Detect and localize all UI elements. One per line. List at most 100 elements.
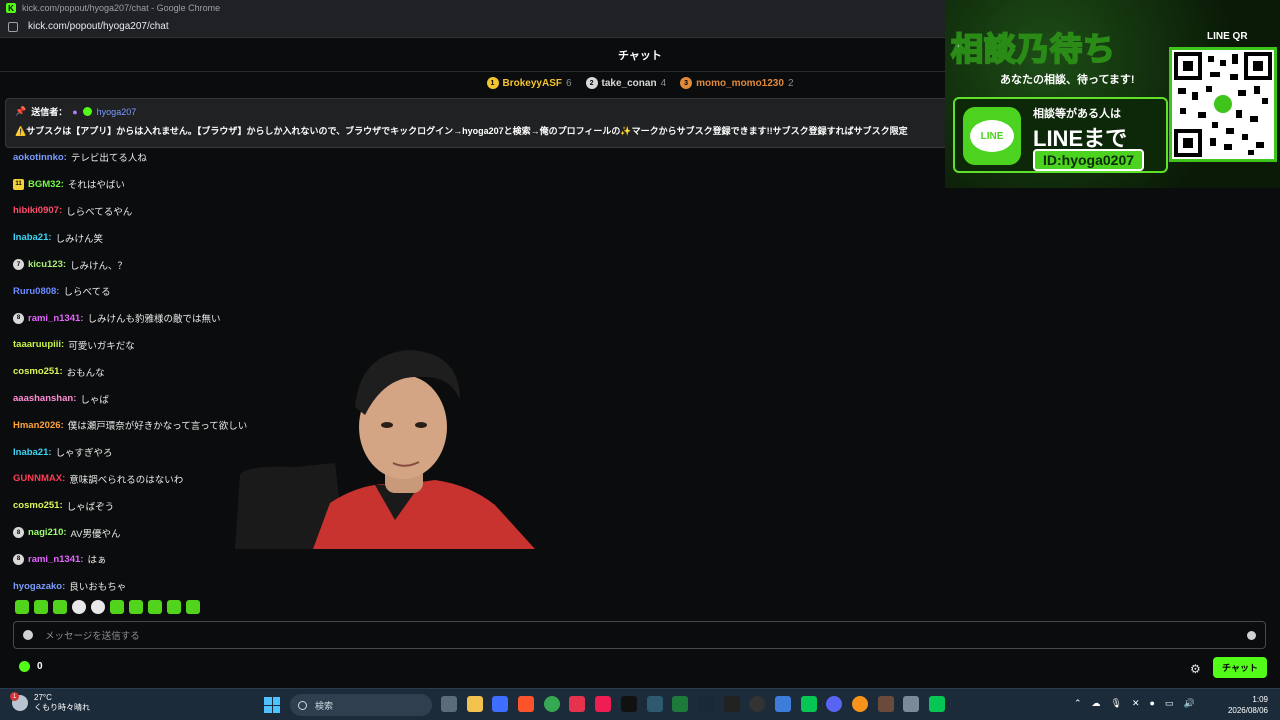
emote-icon[interactable] xyxy=(148,600,162,614)
app-icon[interactable] xyxy=(877,696,894,712)
emote-icon[interactable] xyxy=(167,600,181,614)
app-icon[interactable] xyxy=(723,696,740,712)
chat-username[interactable]: BGM32: xyxy=(28,179,64,190)
mic-icon[interactable]: 🎙 xyxy=(1111,698,1122,709)
chat-message[interactable]: hyogazako: 良いおもちゃ xyxy=(13,573,913,600)
app-icon[interactable] xyxy=(774,696,791,712)
chat-username[interactable]: cosmo251: xyxy=(13,366,63,377)
chat-message[interactable]: 7 kicu123: しみけん、？ xyxy=(13,251,913,278)
chat-text: 良いおもちゃ xyxy=(69,582,127,594)
line-icon[interactable] xyxy=(929,696,946,712)
pinned-message[interactable]: 📌 送信者： ● hyoga207 ⚠️サブスクは【アプリ】からは入れません。【… xyxy=(5,98,950,148)
ad-line1: 相談等がある人は xyxy=(1033,108,1121,120)
chat-message[interactable]: 11 BGM32: それはやばい xyxy=(13,171,913,198)
chat-input-box[interactable]: メッセージを送信する xyxy=(13,621,1266,649)
gear-icon[interactable]: ⚙ xyxy=(1190,662,1201,676)
taskbar-search[interactable]: 検索 xyxy=(290,694,432,716)
chat-input-placeholder[interactable]: メッセージを送信する xyxy=(45,628,140,642)
app-icon[interactable] xyxy=(672,696,689,712)
close-icon[interactable]: ✕ xyxy=(1132,698,1140,709)
chat-username[interactable]: Inaba21: xyxy=(13,447,52,458)
chat-username[interactable]: aaashanshan: xyxy=(13,393,76,404)
window-title: kick.com/popout/hyoga207/chat - Google C… xyxy=(22,3,221,13)
settings-icon[interactable] xyxy=(903,696,920,712)
line-icon[interactable] xyxy=(800,696,817,712)
sub-badge-icon: 8 xyxy=(13,553,24,565)
clock[interactable]: 1:09 2026/08/06 xyxy=(1228,694,1268,716)
qr-label: LINE QR xyxy=(1207,31,1248,42)
discord-icon[interactable] xyxy=(826,696,843,712)
app-tray-icon[interactable]: ● xyxy=(1150,698,1155,709)
chat-text: しゃすぎやろ xyxy=(55,448,113,460)
weather-text: くもり時々晴れ xyxy=(34,703,90,712)
rank-badge: 2 xyxy=(585,77,598,89)
top-gifter[interactable]: 2 take_conan 4 xyxy=(585,77,667,89)
chat-username[interactable]: Ruru0808: xyxy=(13,286,59,297)
chat-username[interactable]: Inaba21: xyxy=(13,232,52,243)
app-icon[interactable] xyxy=(852,696,868,712)
send-chat-button[interactable]: チャット xyxy=(1213,657,1267,678)
chat-message[interactable]: hibiki0907: しらべてるやん xyxy=(13,198,913,225)
gifter-count: 4 xyxy=(660,77,667,89)
line-logo-icon: LINE xyxy=(963,107,1021,165)
chat-username[interactable]: aokotinnko: xyxy=(13,152,67,163)
app-icon[interactable] xyxy=(492,696,509,712)
chat-username[interactable]: GUNNMAX: xyxy=(13,473,65,484)
display-icon[interactable]: ▭ xyxy=(1165,698,1174,709)
weather-widget[interactable]: 1 27°C くもり時々晴れ xyxy=(10,692,90,713)
chat-message[interactable]: aokotinnko: テレビ出てる人ね xyxy=(13,144,913,171)
emote-icon[interactable] xyxy=(110,600,124,614)
chat-message[interactable]: 8 rami_n1341: しみけんも豹雅様の敵では無い xyxy=(13,305,913,332)
chat-text: しらべてるやん xyxy=(66,206,133,218)
sub-badge-icon: 8 xyxy=(13,312,24,324)
date: 2026/08/06 xyxy=(1227,706,1268,715)
emote-icon[interactable] xyxy=(72,600,86,614)
pinned-author[interactable]: hyoga207 xyxy=(97,107,137,117)
line-advertisement: 相談乃待ち あなたの相談、待ってます! LINE 相談等がある人は LINEまで… xyxy=(945,0,1280,188)
chat-username[interactable]: rami_n1341: xyxy=(28,313,83,324)
emote-icon[interactable] xyxy=(15,600,29,614)
app-icon[interactable] xyxy=(569,696,586,712)
chevron-up-icon[interactable]: ⌃ xyxy=(1074,698,1082,709)
chat-message[interactable]: Ruru0808: しらべてる xyxy=(13,278,913,305)
site-info-icon[interactable] xyxy=(8,21,18,32)
emote-icon[interactable] xyxy=(53,600,67,614)
chat-text: しみけん、？ xyxy=(70,260,128,272)
chat-message[interactable]: Inaba21: しみけん笑 xyxy=(13,224,913,251)
chat-text: しらべてる xyxy=(63,287,111,299)
tiktok-icon[interactable] xyxy=(595,696,612,712)
emote-icon[interactable] xyxy=(91,600,105,614)
chat-username[interactable]: cosmo251: xyxy=(13,500,63,511)
chat-username[interactable]: rami_n1341: xyxy=(28,554,83,565)
obs-icon[interactable] xyxy=(749,696,766,712)
chat-username[interactable]: kicu123: xyxy=(28,259,66,270)
chat-username[interactable]: Hman2026: xyxy=(13,420,64,431)
chat-message[interactable]: 8 rami_n1341: はぁ xyxy=(13,546,913,573)
emote-icon[interactable] xyxy=(186,600,200,614)
network-icon[interactable]: ☁ xyxy=(1092,698,1101,709)
points-icon xyxy=(19,661,30,672)
points-value: 0 xyxy=(37,661,43,672)
channel-points[interactable]: 0 xyxy=(19,661,43,672)
chat-text: しみけんも豹雅様の敵では無い xyxy=(87,314,221,326)
chat-username[interactable]: hyogazako: xyxy=(13,581,65,592)
app-icon[interactable] xyxy=(620,696,637,712)
emote-icon[interactable] xyxy=(129,600,143,614)
brave-icon[interactable] xyxy=(518,696,535,712)
chat-username[interactable]: hibiki0907: xyxy=(13,205,62,216)
task-view-icon[interactable] xyxy=(441,696,457,712)
chat-username[interactable]: nagi210: xyxy=(28,527,67,538)
top-gifter[interactable]: 1 BrokeyyASF 6 xyxy=(486,77,572,89)
app-icon[interactable] xyxy=(646,696,663,712)
file-explorer-icon[interactable] xyxy=(466,696,483,712)
steam-icon[interactable] xyxy=(697,696,714,712)
chrome-icon[interactable] xyxy=(543,696,560,712)
emote-icon[interactable] xyxy=(34,600,48,614)
url-text[interactable]: kick.com/popout/hyoga207/chat xyxy=(28,21,169,32)
emoji-picker-icon[interactable] xyxy=(1247,630,1256,640)
chat-username[interactable]: taaaruupiii: xyxy=(13,339,64,350)
volume-icon[interactable]: 🔊 xyxy=(1183,698,1194,709)
windows-start-icon[interactable] xyxy=(264,697,280,713)
rank-badge: 3 xyxy=(680,77,693,89)
top-gifter[interactable]: 3 momo_momo1230 2 xyxy=(680,77,794,89)
